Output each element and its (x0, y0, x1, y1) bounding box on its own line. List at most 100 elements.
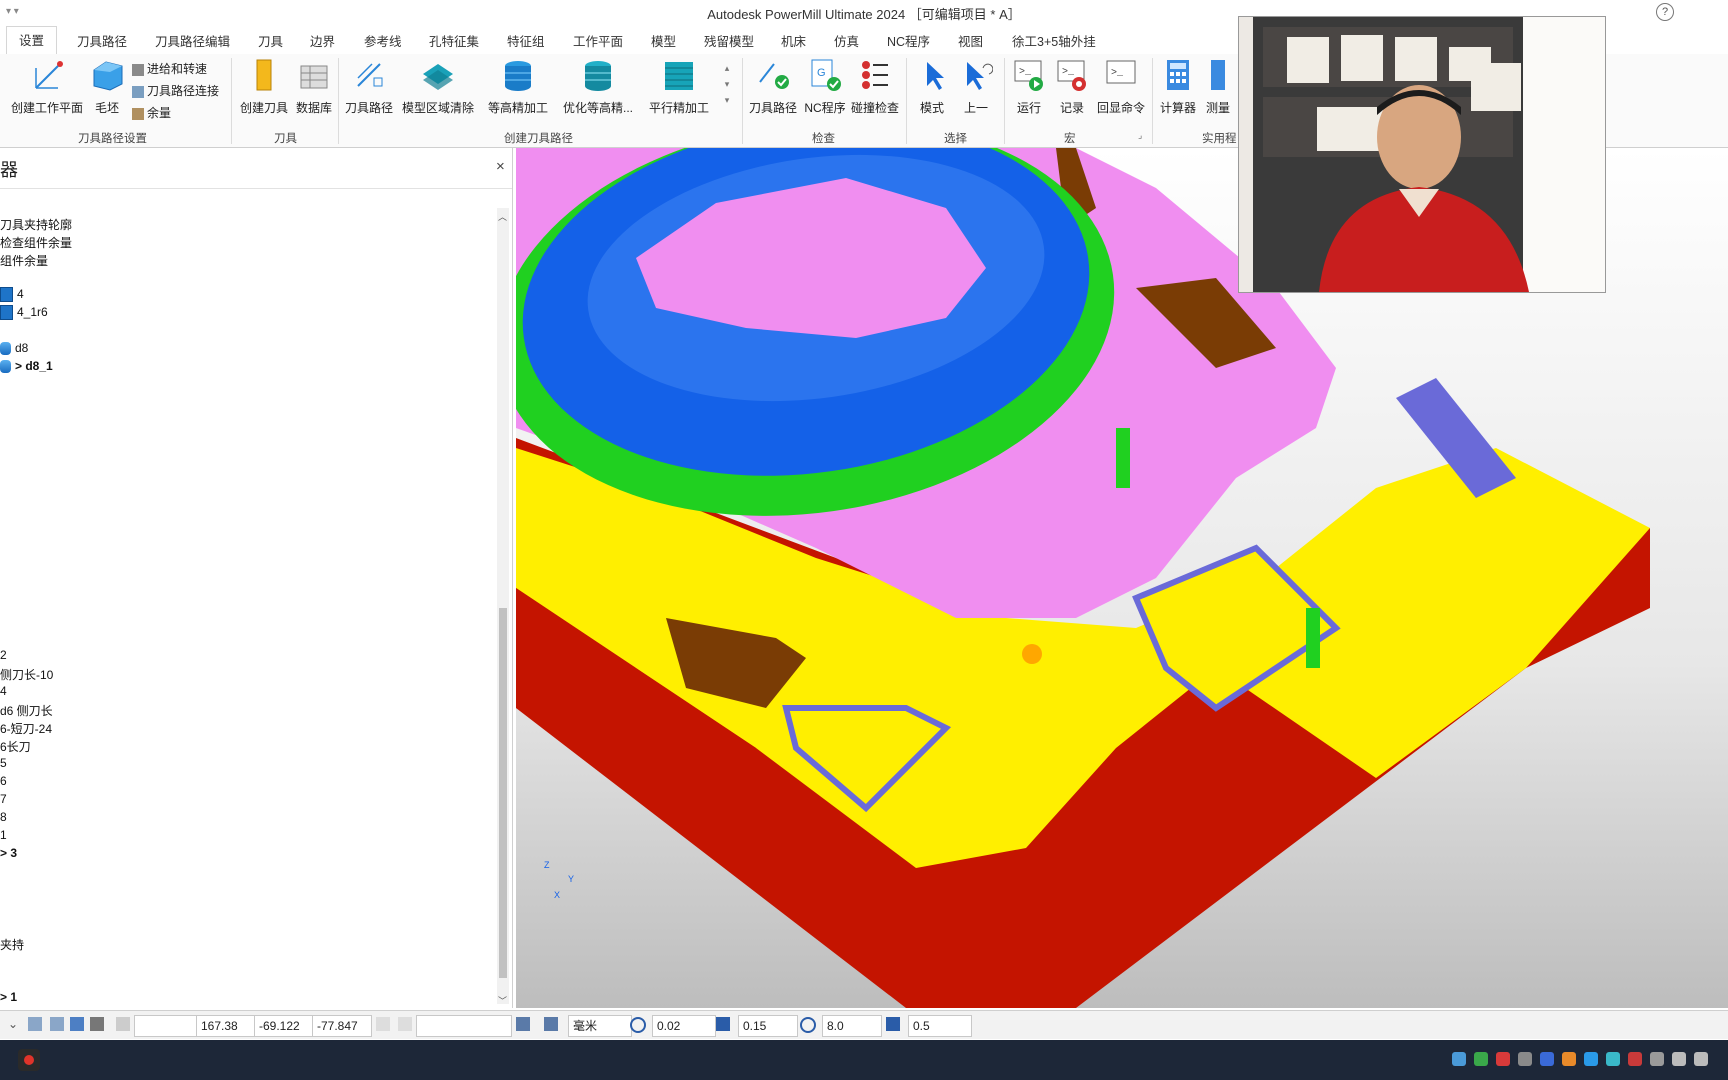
tab-workplane[interactable]: 工作平面 (573, 31, 623, 50)
group-launcher-icon[interactable]: ⌟ (1138, 130, 1142, 141)
tab-stock-model[interactable]: 残留模型 (704, 31, 754, 50)
tray-icon[interactable] (1452, 1052, 1466, 1066)
x-coordinate-field[interactable]: 167.38 (196, 1015, 256, 1037)
tolerance-field[interactable]: 0.02 (652, 1015, 716, 1037)
toolbar-icon[interactable] (544, 1017, 558, 1031)
tree-item[interactable]: 6长刀 (0, 738, 31, 755)
tab-nc-program[interactable]: NC程序 (887, 31, 930, 50)
tab-boundary[interactable]: 边界 (310, 31, 335, 50)
optimized-constant-z-button[interactable]: 优化等高精... (560, 58, 636, 116)
axis-y-label: Y (568, 874, 575, 884)
tree-item[interactable]: 4_1r6 (0, 305, 48, 321)
feeds-speeds-button[interactable]: 进给和转速 (132, 60, 207, 77)
feeds-speeds-label: 进给和转速 (147, 62, 208, 76)
grid-icon[interactable] (116, 1017, 130, 1031)
tab-pattern[interactable]: 参考线 (364, 31, 402, 50)
explorer-scrollbar[interactable]: ︿ ﹀ (497, 208, 509, 1007)
tab-simulation[interactable]: 仿真 (834, 31, 859, 50)
block-button[interactable]: 毛坯 (86, 58, 128, 116)
recording-app-icon[interactable] (18, 1049, 40, 1071)
tree-item-active[interactable]: > 1 (0, 990, 17, 1004)
tree-item[interactable]: 检查组件余量 (0, 234, 72, 251)
tray-icon[interactable] (1496, 1052, 1510, 1066)
tab-plugin[interactable]: 徐工3+5轴外挂 (1012, 31, 1096, 50)
battery-icon[interactable] (1650, 1052, 1664, 1066)
stepover-field[interactable]: 0.5 (908, 1015, 972, 1037)
check-nc-program-button[interactable]: G NC程序 (802, 58, 848, 116)
tree-item-active[interactable]: > d8_1 (0, 359, 53, 374)
record-macro-button[interactable]: >_ 记录 (1050, 58, 1094, 116)
tree-item[interactable]: 夹持 (0, 936, 24, 953)
pencil-icon[interactable] (398, 1017, 412, 1031)
tray-icon[interactable] (1474, 1052, 1488, 1066)
tab-settings[interactable]: 设置 (6, 26, 58, 55)
select-mode-button[interactable]: 模式 (912, 58, 952, 116)
tab-machine[interactable]: 机床 (781, 31, 806, 50)
scroll-up-icon[interactable]: ︿ (498, 210, 507, 223)
snap-icon[interactable] (28, 1017, 42, 1031)
tray-icon[interactable] (1562, 1052, 1576, 1066)
tab-model[interactable]: 模型 (651, 31, 676, 50)
tree-item[interactable]: 刀具夹持轮廓 (0, 216, 72, 233)
tray-icon[interactable] (1518, 1052, 1532, 1066)
network-icon[interactable] (1672, 1052, 1686, 1066)
thickness-field[interactable]: 0.15 (738, 1015, 798, 1037)
cursor-icon[interactable] (90, 1017, 104, 1031)
toolpaths-button[interactable]: 刀具路径 (342, 58, 396, 116)
y-coordinate-field[interactable]: -69.122 (254, 1015, 314, 1037)
toolbar-icon[interactable] (516, 1017, 530, 1031)
tree-item[interactable]: 6-短刀-24 (0, 720, 52, 737)
tree-item[interactable]: 4 (0, 684, 7, 698)
create-tool-button[interactable]: 创建刀具 (236, 58, 292, 116)
collision-check-button[interactable]: 碰撞检查 (850, 58, 900, 116)
tree-item[interactable]: 组件余量 (0, 252, 48, 269)
database-button[interactable]: 数据库 (292, 58, 336, 116)
echo-commands-button[interactable]: >_ 回显命令 (1094, 58, 1148, 116)
tab-toolpath-edit[interactable]: 刀具路径编辑 (155, 31, 230, 50)
tab-view[interactable]: 视图 (958, 31, 983, 50)
tab-toolpaths[interactable]: 刀具路径 (77, 31, 127, 50)
units-field[interactable]: 毫米 (568, 1015, 632, 1037)
calculator-button[interactable]: 计算器 (1156, 58, 1200, 116)
tree-item[interactable]: 4 (0, 287, 24, 303)
tray-icon[interactable] (1606, 1052, 1620, 1066)
tree-item[interactable]: 1 (0, 828, 7, 842)
tree-item[interactable]: 8 (0, 810, 7, 824)
tree-item[interactable]: 2 (0, 648, 7, 662)
close-icon[interactable]: × (496, 158, 505, 175)
scroll-down-icon[interactable]: ﹀ (498, 994, 507, 1007)
z-coordinate-field[interactable]: -77.847 (312, 1015, 372, 1037)
create-workplane-button[interactable]: 创建工作平面 (8, 58, 86, 116)
select-previous-button[interactable]: 上一 (956, 58, 996, 116)
raster-finishing-button[interactable]: 平行精加工 (646, 58, 712, 116)
toolpath-connections-button[interactable]: 刀具路径连接 (132, 82, 219, 99)
scrollbar-thumb[interactable] (499, 608, 507, 978)
chevron-down-icon[interactable]: ⌄ (8, 1017, 22, 1031)
tree-item[interactable]: 5 (0, 756, 7, 770)
measure-button[interactable]: 测量 (1200, 58, 1236, 116)
tree-item[interactable]: d6 侧刀长 (0, 702, 53, 719)
tree-item[interactable]: 6 (0, 774, 7, 788)
workplane-status-icon[interactable] (376, 1017, 390, 1031)
shield-icon[interactable] (1540, 1052, 1554, 1066)
tree-item-active[interactable]: > 3 (0, 846, 17, 860)
constant-z-finishing-button[interactable]: 等高精加工 (486, 58, 550, 116)
tab-feature-groups[interactable]: 特征组 (507, 31, 545, 50)
volume-icon[interactable] (1694, 1052, 1708, 1066)
tree-item[interactable]: 侧刀长-10 (0, 666, 53, 683)
run-macro-button[interactable]: >_ 运行 (1008, 58, 1050, 116)
check-toolpath-button[interactable]: 刀具路径 (748, 58, 798, 116)
snap-active-icon[interactable] (70, 1017, 84, 1031)
tab-tool[interactable]: 刀具 (258, 31, 283, 50)
tree-item[interactable]: 7 (0, 792, 7, 806)
gallery-scroll[interactable]: ▴ ▾ ▾ (720, 60, 734, 108)
snap-icon[interactable] (50, 1017, 64, 1031)
model-area-clearance-button[interactable]: 模型区域清除 (400, 58, 476, 116)
diameter-field[interactable]: 8.0 (822, 1015, 882, 1037)
tab-hole-features[interactable]: 孔特征集 (429, 31, 479, 50)
cloud-icon[interactable] (1584, 1052, 1598, 1066)
tree-item[interactable]: d8 (0, 341, 28, 356)
help-icon[interactable]: ? (1656, 3, 1674, 21)
tray-icon[interactable] (1628, 1052, 1642, 1066)
thickness-button[interactable]: 余量 (132, 104, 171, 121)
